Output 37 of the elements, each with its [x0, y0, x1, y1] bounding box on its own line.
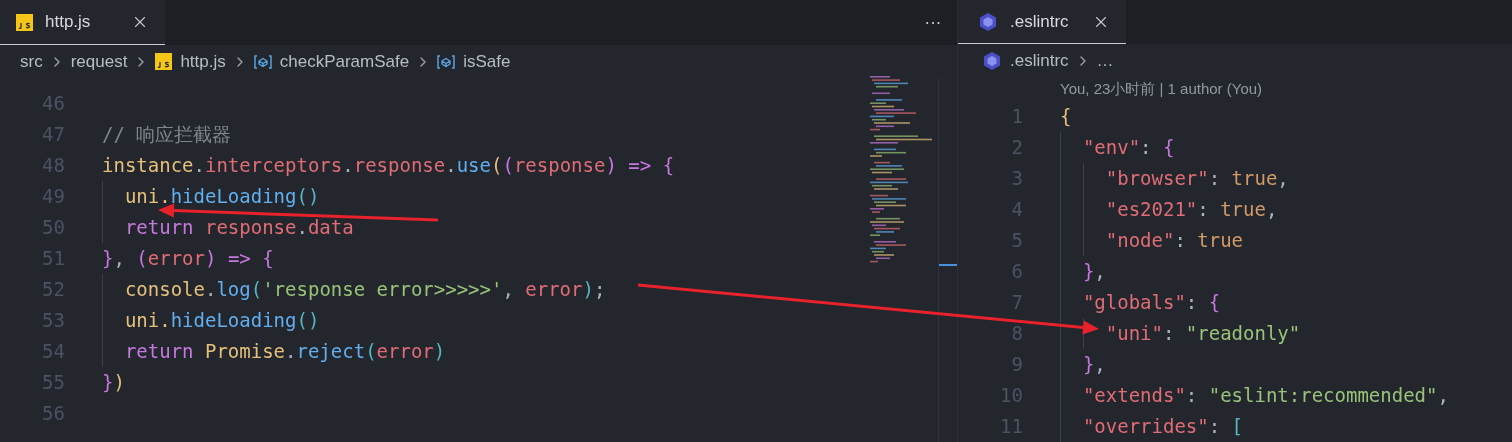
hexagon-icon	[978, 11, 998, 32]
breadcrumb-item[interactable]: http.js	[180, 48, 226, 75]
code-line: }, (error) => {	[102, 246, 274, 272]
code-line: },	[1060, 256, 1106, 287]
javascript-file-icon	[155, 53, 173, 70]
code-line: "env": {	[1060, 132, 1175, 163]
code-line: "globals": {	[1060, 287, 1221, 318]
variable-symbol-icon	[253, 53, 272, 70]
code-line: "overrides": [	[1060, 411, 1244, 442]
editor-tab[interactable]: .eslintrc	[958, 0, 1126, 45]
code-line: "node": true	[1060, 225, 1244, 256]
more-actions-button[interactable]: ···	[908, 0, 957, 45]
breadcrumb-item[interactable]: checkParamSafe	[279, 48, 410, 75]
code-line: })	[102, 370, 125, 396]
code-line: },	[1060, 349, 1106, 380]
code-line: return Promise.reject(error)	[102, 336, 446, 367]
variable-symbol-icon	[437, 53, 456, 70]
breadcrumb-item[interactable]: src	[20, 48, 43, 75]
code-line: uni.hideLoading()	[102, 305, 320, 336]
editor-tab[interactable]: http.js	[0, 0, 165, 45]
breadcrumb-item[interactable]: .eslintrc	[1010, 47, 1069, 74]
code-line: "browser": true,	[1060, 163, 1289, 194]
breadcrumb-item[interactable]: …	[1096, 47, 1114, 74]
javascript-file-icon	[16, 13, 33, 31]
breadcrumb-item[interactable]: request	[70, 48, 128, 75]
code-line: instance.interceptors.response.use((response) => {	[102, 153, 675, 179]
breadcrumb-item[interactable]: isSafe	[463, 48, 511, 75]
code-line: // 响应拦截器	[102, 122, 232, 148]
code-line: "extends": "eslint:recommended",	[1060, 380, 1449, 411]
code-line: {	[1060, 104, 1072, 130]
hexagon-icon	[982, 50, 1002, 71]
code-line: uni.hideLoading()	[102, 181, 320, 212]
code-line: console.log('response error>>>>>', error);	[102, 274, 606, 305]
scroll-position-marker	[939, 264, 957, 266]
code-line: return response.data	[102, 212, 354, 243]
codelens-author-info[interactable]: You, 23小时前 | 1 author (You)	[1060, 77, 1263, 101]
code-line: "es2021": true,	[1060, 194, 1278, 225]
